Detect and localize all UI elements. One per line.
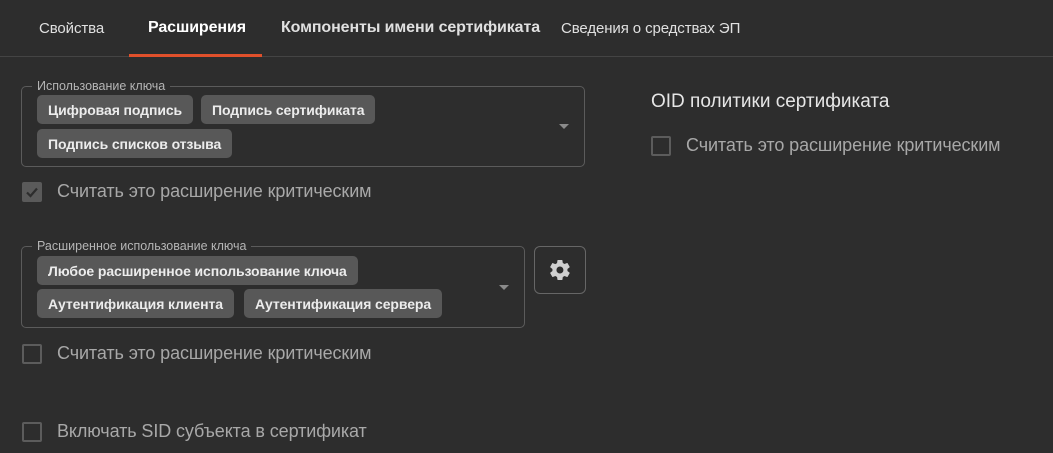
include-sid-checkbox[interactable]: Включать SID субъекта в сертификат (22, 421, 367, 442)
gear-icon (550, 259, 570, 281)
key-usage-critical-label: Считать это расширение критическим (57, 181, 372, 201)
extended-key-usage-select[interactable]: Расширенное использование ключа Любое ра… (21, 238, 525, 328)
tab-extensions[interactable]: Расширения (129, 0, 262, 57)
key-usage-chip[interactable]: Подпись сертификата (201, 95, 376, 124)
extended-key-usage-critical-label: Считать это расширение критическим (57, 343, 372, 363)
tab-properties[interactable]: Свойства (20, 0, 123, 56)
extended-key-usage-critical-checkbox[interactable]: Считать это расширение критическим (22, 343, 372, 364)
policy-oid-critical-checkbox[interactable]: Считать это расширение критическим (651, 135, 1001, 156)
extended-key-usage-chip[interactable]: Аутентификация клиента (37, 289, 234, 318)
key-usage-critical-checkbox[interactable]: Считать это расширение критическим (22, 181, 372, 202)
chevron-down-icon[interactable] (559, 124, 569, 129)
policy-oid-critical-label: Считать это расширение критическим (686, 135, 1001, 155)
key-usage-chip[interactable]: Подпись списков отзыва (37, 129, 233, 158)
checkbox-checked-icon[interactable] (22, 181, 42, 202)
policy-oid-title: OID политики сертификата (651, 91, 890, 112)
checkbox-unchecked-icon[interactable] (651, 135, 671, 156)
chevron-down-icon[interactable] (499, 285, 509, 290)
extended-key-usage-chip[interactable]: Любое расширенное использование ключа (37, 256, 358, 285)
include-sid-label: Включать SID субъекта в сертификат (57, 421, 367, 441)
extended-key-usage-legend: Расширенное использование ключа (32, 238, 252, 254)
key-usage-select[interactable]: Использование ключа Цифровая подпись Под… (21, 78, 585, 167)
checkbox-unchecked-icon[interactable] (22, 343, 42, 364)
tab-bar: Свойства Расширения Компоненты имени сер… (0, 0, 1053, 57)
extended-key-usage-chip[interactable]: Аутентификация сервера (244, 289, 443, 318)
extended-key-usage-settings-button[interactable] (534, 246, 586, 294)
tab-certificate-name-components[interactable]: Компоненты имени сертификата (262, 0, 559, 56)
checkbox-unchecked-icon[interactable] (22, 421, 42, 442)
tab-signature-tools-info[interactable]: Сведения о средствах ЭП (542, 0, 759, 56)
key-usage-chip[interactable]: Цифровая подпись (37, 95, 194, 124)
key-usage-legend: Использование ключа (32, 78, 171, 94)
